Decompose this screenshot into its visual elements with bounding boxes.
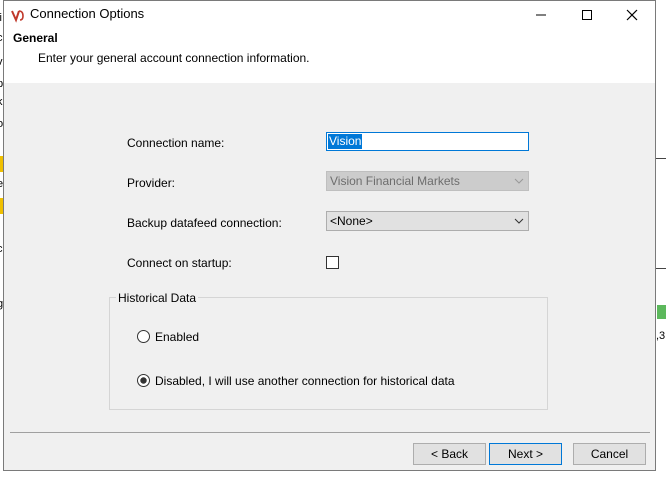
provider-label: Provider: [127,176,176,190]
wizard-header: General Enter your general account conne… [4,28,655,83]
historical-data-title: Historical Data [116,291,199,305]
connection-name-value: Vision [328,134,363,149]
background-app-right [656,0,666,477]
historical-data-group [109,297,548,410]
app-logo-icon [10,7,26,23]
background-app-green-cell [657,305,666,319]
connect-on-startup-label: Connect on startup: [127,256,232,270]
page-description: Enter your general account connection in… [38,51,310,65]
connection-options-dialog: Connection Options General Enter your ge… [3,0,656,471]
backup-datafeed-select[interactable]: <None> [326,211,529,231]
minimize-icon [536,14,546,16]
chevron-down-icon [514,178,524,184]
provider-value: Vision Financial Markets [330,174,460,188]
title-bar[interactable]: Connection Options [4,1,655,28]
next-button[interactable]: Next > [489,443,562,465]
disabled-radio-label[interactable]: Disabled, I will use another connection … [155,374,455,388]
provider-select: Vision Financial Markets [326,171,529,191]
maximize-button[interactable] [564,1,610,28]
enabled-radio[interactable] [137,330,150,343]
backup-datafeed-value: <None> [330,214,373,228]
backup-datafeed-label: Backup datafeed connection: [127,216,282,230]
cancel-button[interactable]: Cancel [573,443,646,465]
connection-name-input[interactable]: Vision [326,132,529,151]
page-title: General [13,31,58,45]
connection-name-label: Connection name: [127,136,225,150]
back-button[interactable]: < Back [413,443,486,465]
chevron-down-icon [514,218,524,224]
disabled-radio[interactable] [137,374,150,387]
window-title: Connection Options [30,6,145,21]
connect-on-startup-checkbox[interactable] [326,256,339,269]
minimize-button[interactable] [518,1,564,28]
enabled-radio-label[interactable]: Enabled [155,330,199,344]
maximize-icon [582,10,592,20]
close-icon [626,9,638,21]
footer-divider [10,432,650,433]
close-button[interactable] [609,1,655,28]
